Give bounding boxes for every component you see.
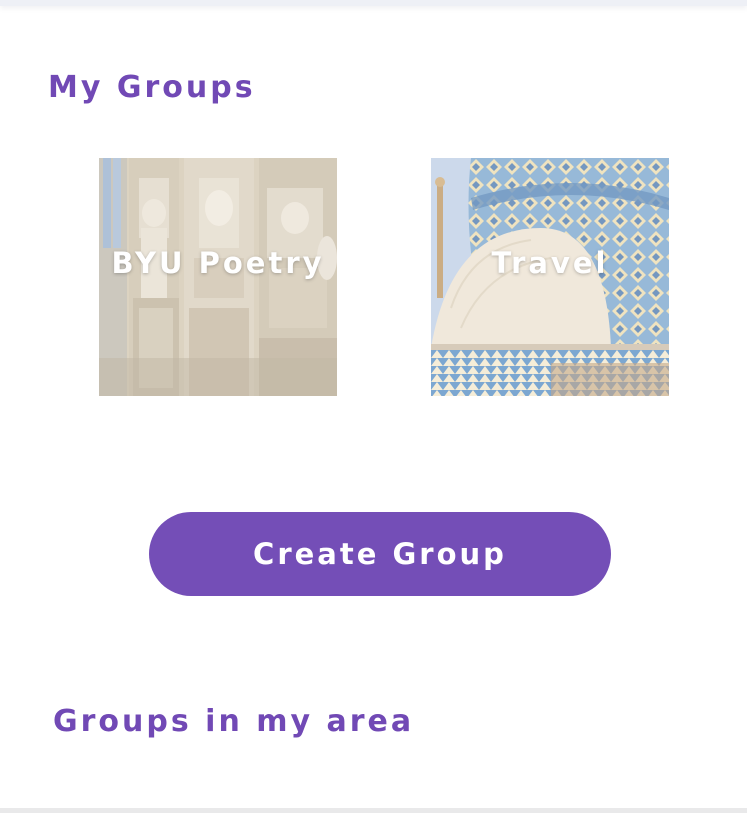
group-card-travel[interactable]: Travel: [431, 158, 669, 396]
group-card-byu-poetry[interactable]: BYU Poetry: [99, 158, 337, 396]
content-edge: [0, 808, 747, 813]
top-bar: [0, 0, 747, 6]
group-card-label: BYU Poetry: [111, 246, 325, 280]
group-card-label: Travel: [491, 246, 609, 280]
create-group-button[interactable]: Create Group: [149, 512, 611, 596]
groups-in-area-heading: Groups in my area: [53, 704, 415, 739]
my-groups-heading: My Groups: [48, 70, 256, 105]
groups-page: My Groups BYU Poetry Travel Create Group…: [0, 0, 747, 813]
